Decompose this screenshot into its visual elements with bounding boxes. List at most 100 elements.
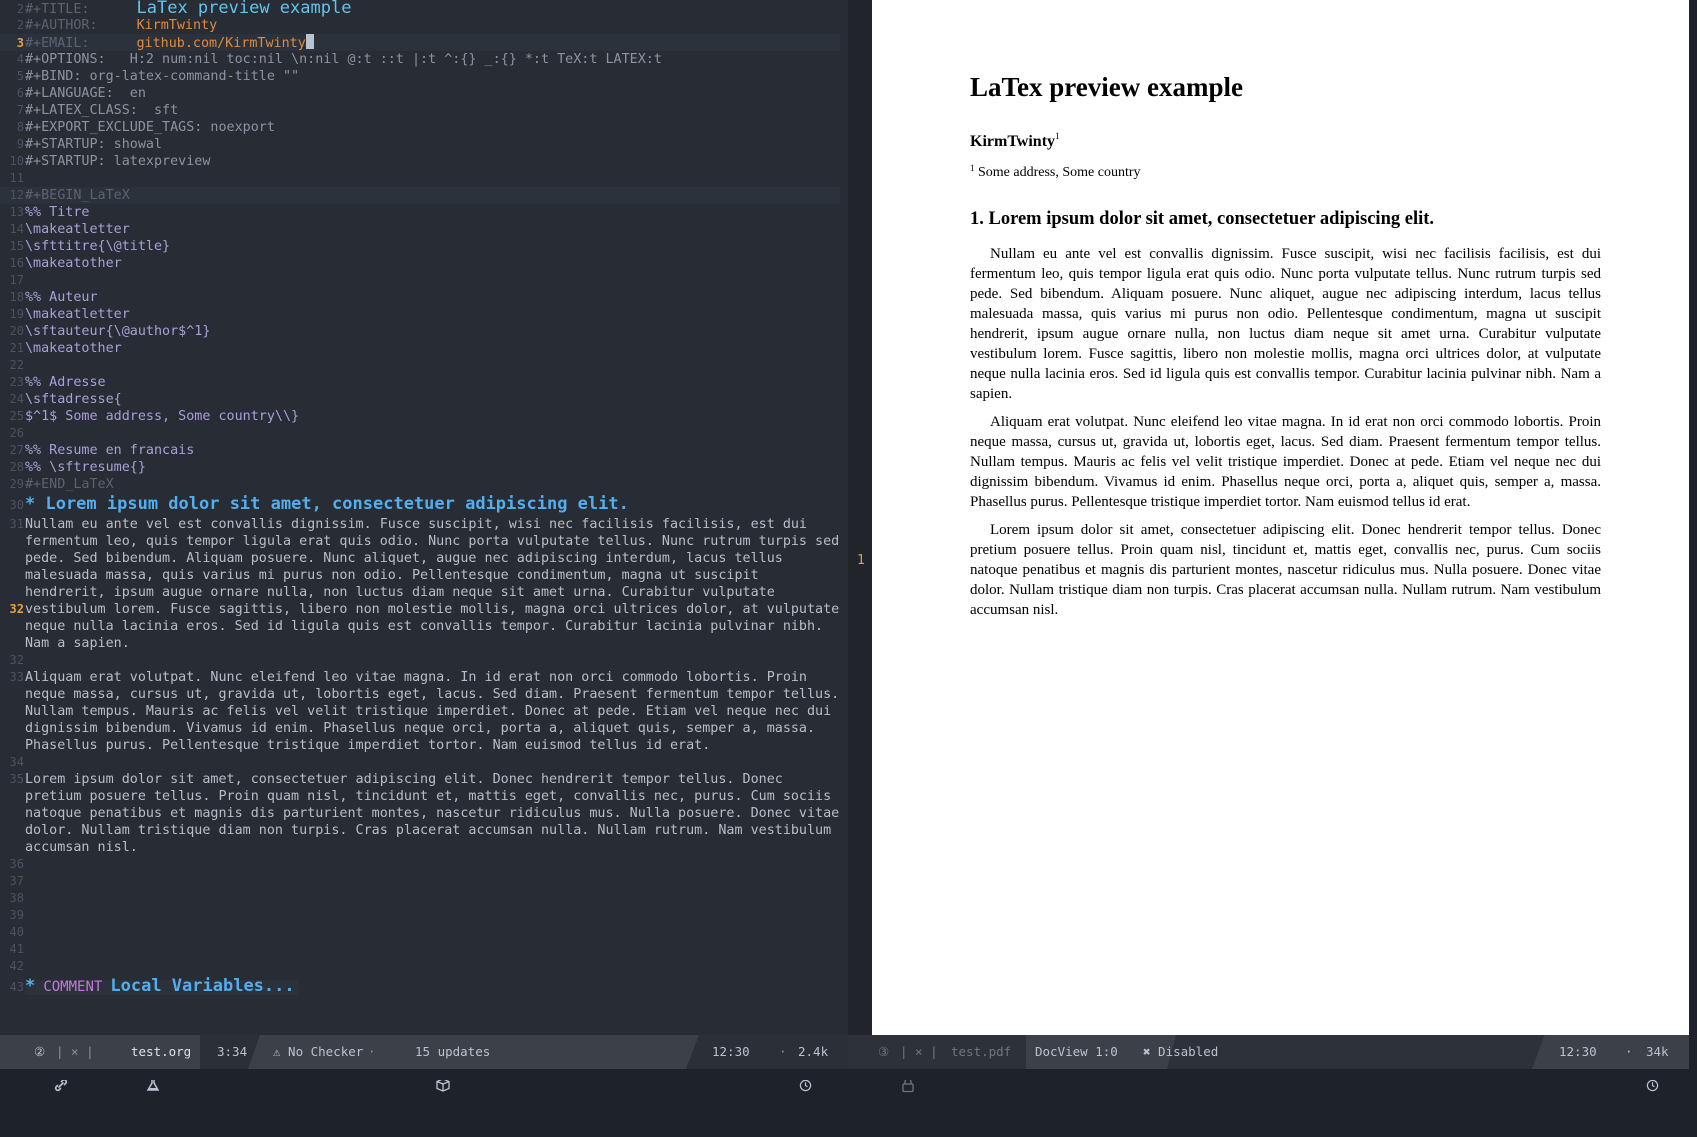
comment-keyword: COMMENT xyxy=(43,979,103,995)
line-number: 2 xyxy=(16,18,24,32)
editor-line[interactable]: 31 Nullam eu ante vel est convallis digni… xyxy=(0,516,840,533)
editor-line[interactable]: 41 xyxy=(0,941,840,958)
editor-line[interactable]: dignissim bibendum. Vivamus id enim. Pha… xyxy=(0,720,840,737)
editor-line[interactable]: 29 #+END_LaTeX xyxy=(0,476,840,493)
editor-line[interactable]: 39 xyxy=(0,907,840,924)
editor-line[interactable]: 15 \sfttitre{\@title} xyxy=(0,238,840,255)
editor-line[interactable]: natoque penatibus et magnis dis parturie… xyxy=(0,805,840,822)
editor-line[interactable]: 40 xyxy=(0,924,840,941)
modeline-right: ③ | × | test.pdf DocView 1:0 ✖ Disabled … xyxy=(848,1035,1689,1093)
editor-line[interactable]: 37 xyxy=(0,873,840,890)
line-number: 23 xyxy=(9,375,24,389)
major-mode[interactable]: DocView 1:0 xyxy=(1035,1035,1118,1069)
editor-line[interactable]: 8 #+EXPORT_EXCLUDE_TAGS: noexport xyxy=(0,119,840,136)
window-divider[interactable] xyxy=(848,0,872,1035)
line-text: Nullam tempus. Mauris ac felis vel velit… xyxy=(25,704,832,719)
checker-status[interactable]: ✖ Disabled xyxy=(1143,1035,1218,1069)
line-number: 5 xyxy=(16,69,24,83)
line-text: #+END_LaTeX xyxy=(25,477,114,492)
editor-line[interactable]: 32 xyxy=(0,652,840,669)
editor-line[interactable]: hendrerit, ipsum augue ornare nulla, non… xyxy=(0,584,840,601)
document-title: LaTex preview example xyxy=(136,0,352,18)
line-number: 34 xyxy=(9,755,24,769)
checker-status[interactable]: ⚠ No Checker xyxy=(273,1035,363,1069)
editor-line[interactable]: 2 #+TITLE: LaTex preview example xyxy=(0,0,840,17)
editor-line[interactable]: malesuada massa, quis varius mi purus no… xyxy=(0,567,840,584)
line-number: 15 xyxy=(9,239,24,253)
editor-line[interactable]: 33 Aliquam erat volutpat. Nunc eleifend l… xyxy=(0,669,840,686)
editor-line[interactable]: 23%% Adresse xyxy=(0,374,840,391)
org-heading[interactable]: 30 * Lorem ipsum dolor sit amet, consect… xyxy=(0,493,840,516)
emacs-frame: 2 #+TITLE: LaTex preview example 2 #+AUTH… xyxy=(0,0,1697,1093)
editor-line[interactable]: Nullam tempus. Mauris ac felis vel velit… xyxy=(0,703,840,720)
editor-line[interactable]: 19 \makeatletter xyxy=(0,306,840,323)
editor-line[interactable]: accumsan nisl. xyxy=(0,839,840,856)
editor-line[interactable]: 27%% Resume en francais xyxy=(0,442,840,459)
local-variables-heading[interactable]: 43 * COMMENT Local Variables... xyxy=(0,975,840,998)
buffer-name[interactable]: test.org xyxy=(131,1035,191,1069)
editor-line-current[interactable]: 3 #+EMAIL: github.com/KirmTwinty xyxy=(0,34,840,51)
line-text: \makeatletter xyxy=(25,307,130,322)
line-text: %% Auteur xyxy=(25,290,98,305)
editor-buffer[interactable]: 2 #+TITLE: LaTex preview example 2 #+AUTH… xyxy=(0,0,840,1035)
line-number-current: 3 xyxy=(16,36,24,50)
echo-area[interactable] xyxy=(0,1069,1697,1080)
editor-line[interactable]: 26 xyxy=(0,425,840,442)
editor-line[interactable]: 9 #+STARTUP: showal xyxy=(0,136,840,153)
editor-line[interactable]: 20 \sftauteur{\@author$^1} xyxy=(0,323,840,340)
editor-line[interactable]: 36 xyxy=(0,856,840,873)
editor-line[interactable]: 21 \makeatother xyxy=(0,340,840,357)
line-text: dolor. Nullam tristique diam non turpis.… xyxy=(25,823,832,838)
editor-line[interactable]: 28%% \sftresume{} xyxy=(0,459,840,476)
editor-line[interactable]: dolor. Nullam tristique diam non turpis.… xyxy=(0,822,840,839)
line-number: 32 xyxy=(9,602,24,616)
editor-line[interactable]: 2 #+AUTHOR: KirmTwinty xyxy=(0,17,840,34)
line-text: \makeatother xyxy=(25,256,122,271)
cursor-position[interactable]: 3:34 xyxy=(217,1035,247,1069)
pdf-viewer-window[interactable]: LaTex preview example KirmTwinty1 1 Some… xyxy=(872,0,1689,1035)
line-text: Nam a sapien. xyxy=(25,636,130,651)
editor-line[interactable]: Nam a sapien. xyxy=(0,635,840,652)
modeline-left: ② | × | test.org 3:34 ⚠ No Checker · 15 … xyxy=(0,1035,848,1092)
buffer-name[interactable]: test.pdf xyxy=(951,1035,1011,1069)
workspace-indicator[interactable]: ③ xyxy=(878,1035,889,1069)
editor-line[interactable]: 6 #+LANGUAGE: en xyxy=(0,85,840,102)
editor-line[interactable]: 10 #+STARTUP: latexpreview xyxy=(0,153,840,170)
line-text: %% \sftresume{} xyxy=(25,460,146,475)
editor-line[interactable]: Phasellus purus. Pellentesque tristique … xyxy=(0,737,840,754)
editor-line[interactable]: 32 vestibulum lorem. Fusce sagittis, libe… xyxy=(0,601,840,618)
editor-line[interactable]: pretium posuere tellus. Proin quam nisl,… xyxy=(0,788,840,805)
line-number: 10 xyxy=(9,154,24,168)
editor-line[interactable]: fermentum leo, quis tempor ligula erat q… xyxy=(0,533,840,550)
editor-line[interactable]: 16 \makeatother xyxy=(0,255,840,272)
editor-line[interactable]: 7 #+LATEX_CLASS: sft xyxy=(0,102,840,119)
line-number: 30 xyxy=(9,498,24,512)
editor-line[interactable]: 5 #+BIND: org-latex-command-title "" xyxy=(0,68,840,85)
editor-line[interactable]: 17 xyxy=(0,272,840,289)
editor-line[interactable]: pede. Sed bibendum. Aliquam posuere. Nun… xyxy=(0,550,840,567)
org-editor-window[interactable]: 2 #+TITLE: LaTex preview example 2 #+AUTH… xyxy=(0,0,848,1035)
editor-line[interactable]: 34 xyxy=(0,754,840,771)
line-number: 11 xyxy=(9,171,24,185)
editor-line[interactable]: 22 xyxy=(0,357,840,374)
line-text: hendrerit, ipsum augue ornare nulla, non… xyxy=(25,585,775,600)
editor-line[interactable]: 24 \sftadresse{ xyxy=(0,391,840,408)
pdf-address: 1 Some address, Some country xyxy=(970,163,1601,181)
pdf-page[interactable]: LaTex preview example KirmTwinty1 1 Some… xyxy=(872,0,1689,1035)
editor-line[interactable]: 38 xyxy=(0,890,840,907)
editor-line[interactable]: 4 #+OPTIONS: H:2 num:nil toc:nil \n:nil @… xyxy=(0,51,840,68)
modeline-separator: | × | xyxy=(56,1044,94,1059)
updates-count[interactable]: 15 updates xyxy=(415,1035,490,1069)
editor-line[interactable]: neque massa, cursus ut, gravida ut, lobo… xyxy=(0,686,840,703)
editor-line[interactable]: neque nulla lacinia eros. Sed id ligula … xyxy=(0,618,840,635)
editor-line[interactable]: 12 #+BEGIN_LaTeX xyxy=(0,187,840,204)
editor-line[interactable]: 42 xyxy=(0,958,840,975)
editor-line[interactable]: 14 \makeatletter xyxy=(0,221,840,238)
workspace-indicator[interactable]: ② xyxy=(34,1035,45,1069)
editor-line[interactable]: 18%% Auteur xyxy=(0,289,840,306)
editor-line[interactable]: 35 Lorem ipsum dolor sit amet, consectetu… xyxy=(0,771,840,788)
line-text: dignissim bibendum. Vivamus id enim. Pha… xyxy=(25,721,816,736)
editor-line[interactable]: 25 $^1$ Some address, Some country\\} xyxy=(0,408,840,425)
editor-line[interactable]: 13%% Titre xyxy=(0,204,840,221)
editor-line[interactable]: 11 xyxy=(0,170,840,187)
